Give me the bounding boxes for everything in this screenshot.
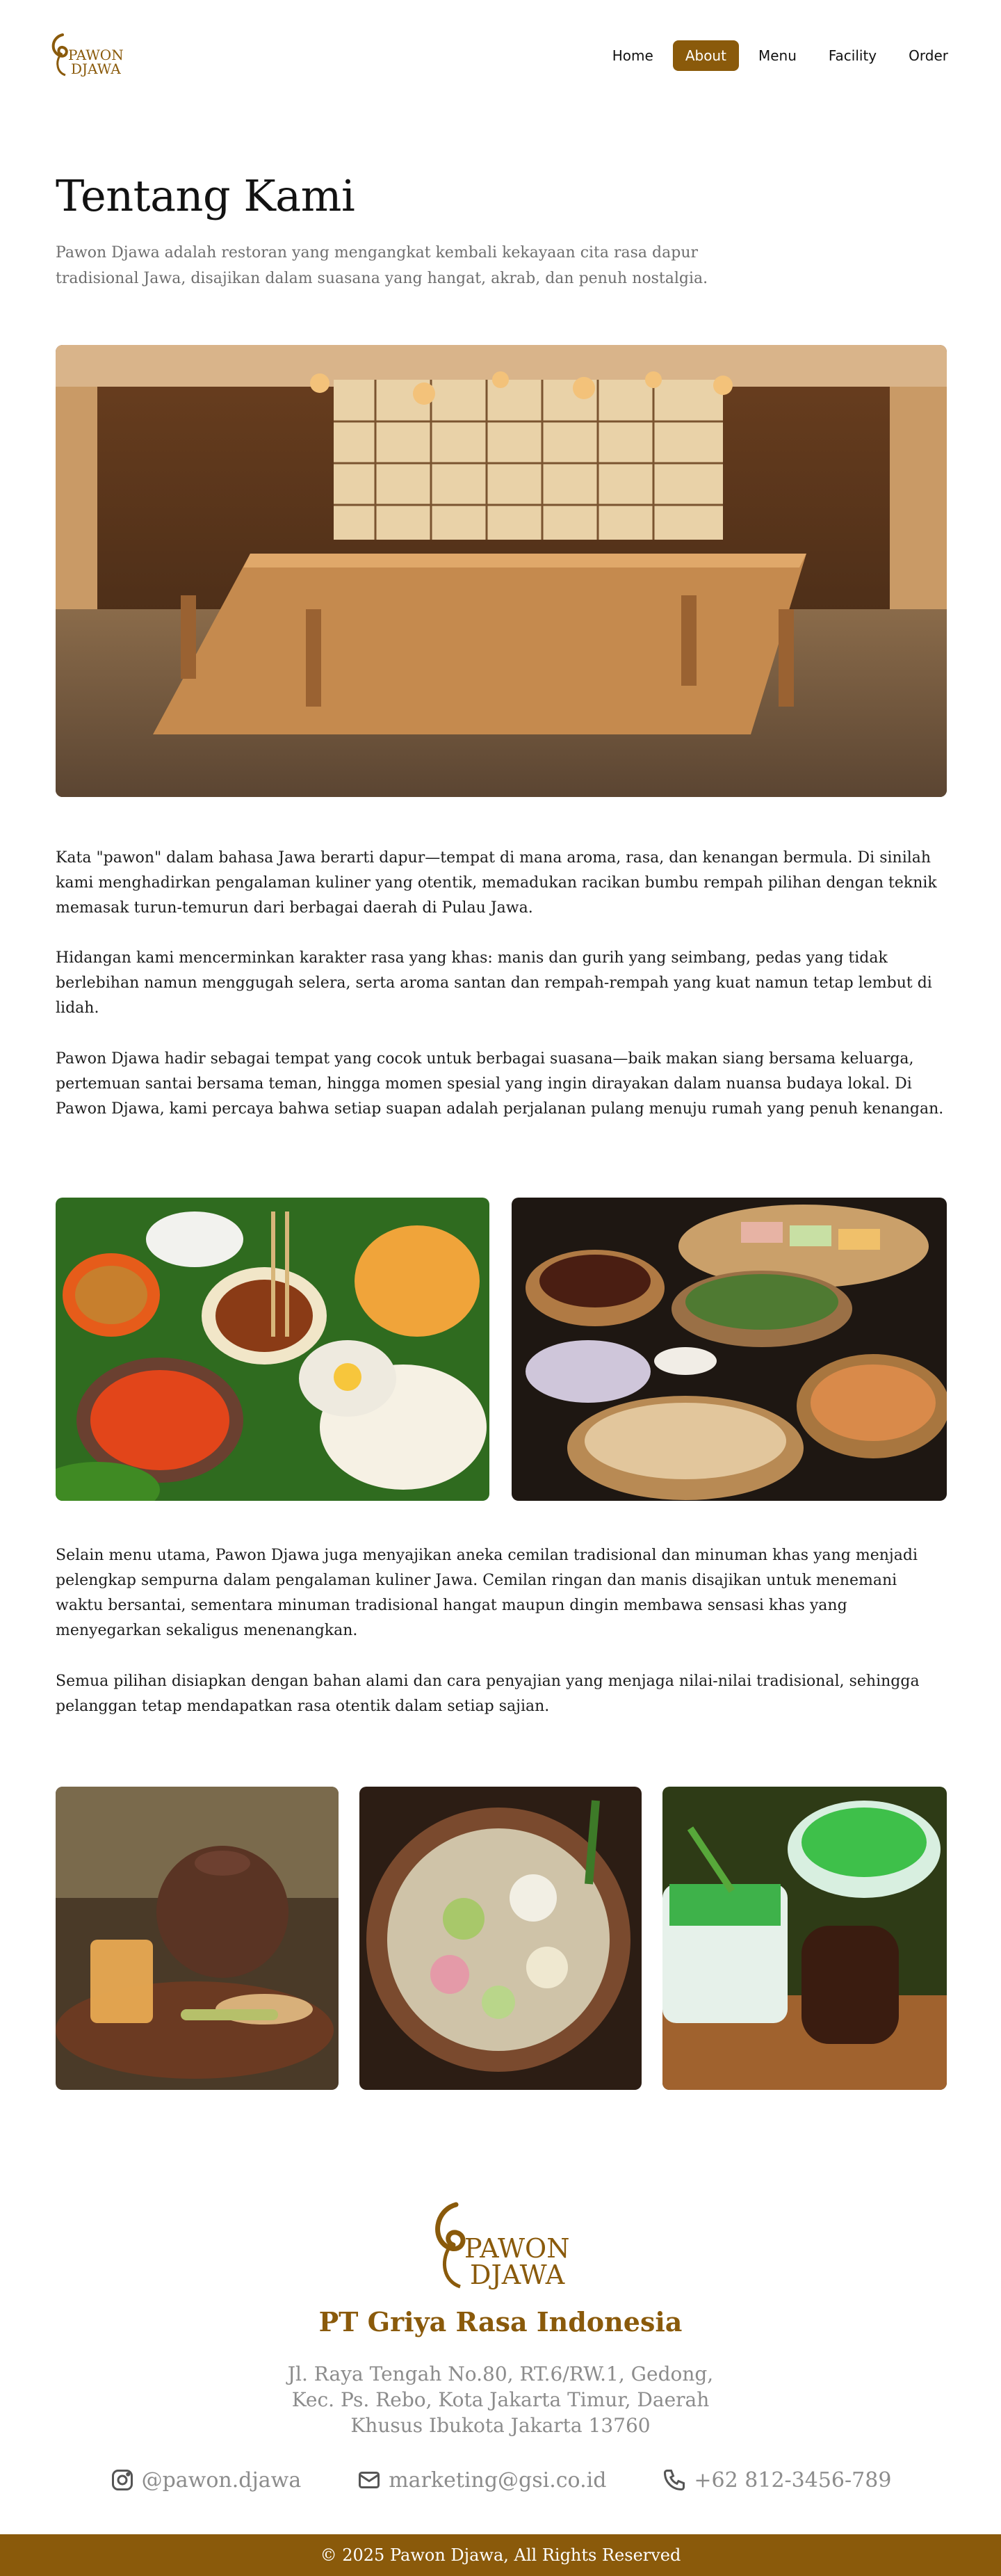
email-address: marketing@gsi.co.id	[389, 2468, 607, 2493]
navbar: PAWON DJAWA Home About Menu Facility Ord…	[0, 0, 1001, 114]
nav-about[interactable]: About	[672, 40, 739, 71]
instagram-handle: @pawon.djawa	[141, 2468, 302, 2493]
about-paragraph-2: Hidangan kami mencerminkan karakter rasa…	[56, 949, 932, 1017]
copyright-bar: © 2025 Pawon Djawa, All Rights Reserved	[0, 2534, 1001, 2576]
snacks-paragraph-2: Semua pilihan disiapkan dengan bahan ala…	[56, 1673, 920, 1715]
nav-home[interactable]: Home	[600, 40, 666, 71]
intro-text: Pawon Djawa adalah restoran yang mengang…	[56, 244, 708, 287]
phone-link[interactable]: +62 812-3456-789	[662, 2468, 891, 2493]
pawon-djawa-logo[interactable]: PAWON DJAWA	[42, 28, 132, 83]
email-link[interactable]: marketing@gsi.co.id	[357, 2468, 606, 2493]
instagram-icon	[111, 2470, 133, 2490]
es-cendol-image	[662, 1787, 947, 2090]
snacks-paragraph-1: Selain menu utama, Pawon Djawa juga meny…	[56, 1547, 918, 1639]
mail-icon	[359, 2472, 380, 2488]
svg-text:DJAWA: DJAWA	[71, 61, 121, 77]
phone-number: +62 812-3456-789	[694, 2468, 892, 2493]
nav-order[interactable]: Order	[896, 40, 961, 71]
about-paragraph-1: Kata "pawon" dalam bahasa Jawa berarti d…	[56, 849, 937, 917]
nav-menu-link[interactable]: Menu	[746, 40, 809, 71]
about-paragraph-3: Pawon Djawa hadir sebagai tempat yang co…	[56, 1050, 944, 1118]
contact-list: @pawon.djawa marketing@gsi.co.id +62 812…	[0, 2468, 1001, 2493]
company-address: Jl. Raya Tengah No.80, RT.6/RW.1, Gedong…	[287, 2362, 714, 2437]
snacks-image	[512, 1198, 947, 1501]
nav-facility[interactable]: Facility	[816, 40, 889, 71]
company-name: PT Griya Rasa Indonesia	[318, 2306, 683, 2337]
restaurant-interior-image	[56, 345, 947, 797]
svg-text:DJAWA: DJAWA	[470, 2260, 565, 2290]
pawon-djawa-footer-logo: PAWON DJAWA	[435, 2202, 569, 2290]
wedang-ronde-image	[359, 1787, 642, 2090]
nav-menu: Home About Menu Facility Order	[600, 40, 961, 71]
page-title: Tentang Kami	[56, 170, 355, 221]
main-dishes-image	[56, 1198, 489, 1501]
instagram-link[interactable]: @pawon.djawa	[110, 2468, 302, 2493]
copyright-text: © 2025 Pawon Djawa, All Rights Reserved	[320, 2545, 681, 2565]
herbal-tea-image	[56, 1787, 339, 2090]
phone-icon	[664, 2470, 685, 2491]
